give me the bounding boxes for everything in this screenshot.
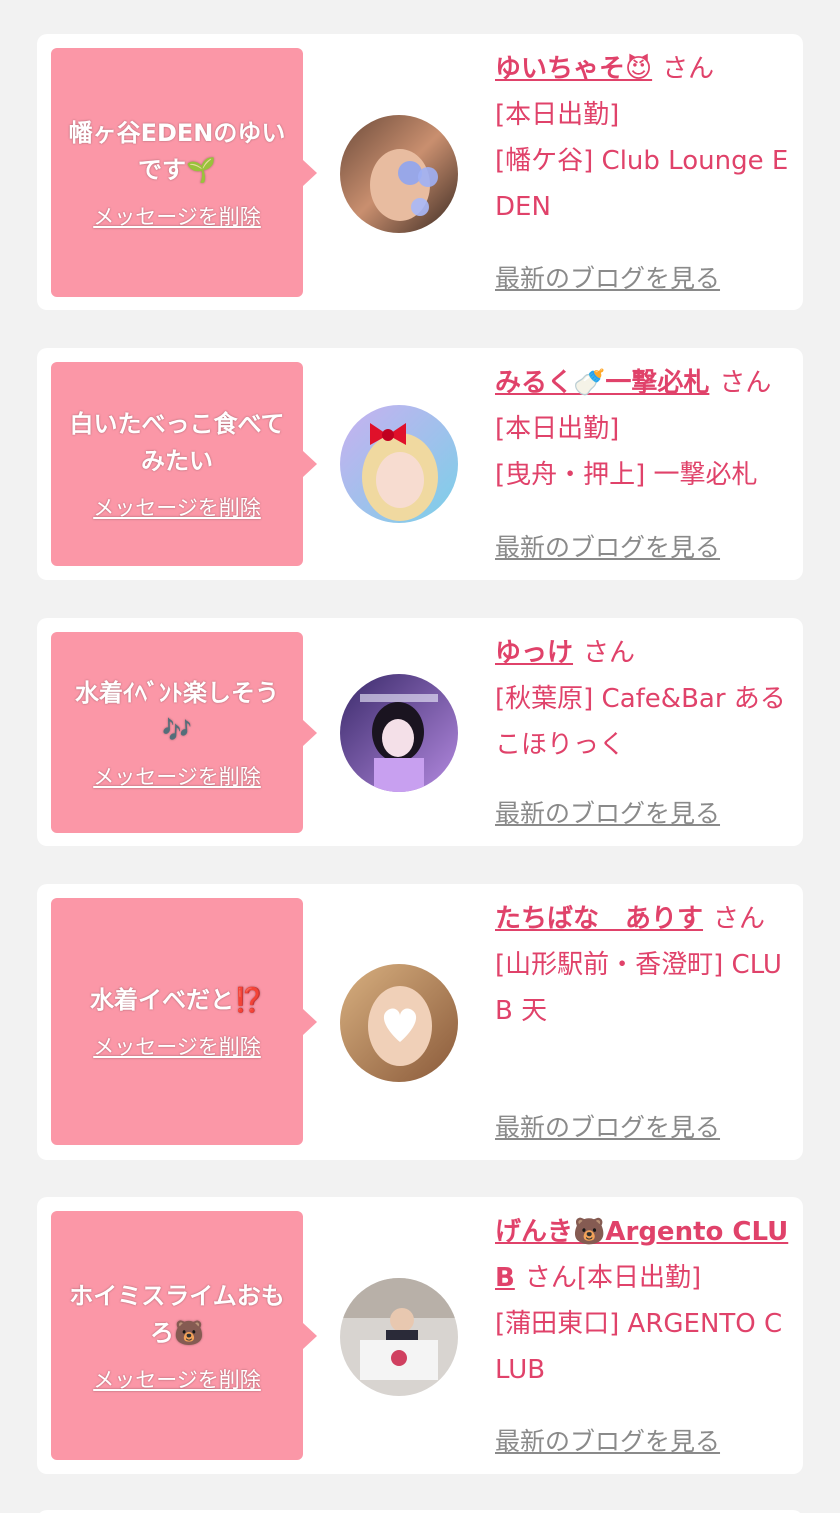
avatar-photo [340,115,458,233]
message-card: 水着ｲﾍﾞﾝﾄ楽しそう🎶 メッセージを削除 ゆっけ さん [秋葉原] Cafe&B… [37,618,803,846]
cast-name-link[interactable]: ゆっけ [495,638,573,668]
avatar-photo [340,964,458,1082]
message-card: 白いたべっこ食べてみたい メッセージを削除 みるく🍼一撃必札 さん [本日出勤] [… [37,348,803,580]
honorific: さん [524,1263,577,1293]
avatar[interactable] [340,115,458,233]
shop-name: [幡ケ谷] Club Lounge EDEN [495,146,789,222]
avatar[interactable] [340,964,458,1082]
message-list: 幡ヶ谷EDENのゆいです🌱 メッセージを削除 ゆいちゃそ😈 さん [本日出勤] [… [0,0,840,1513]
delete-message-link[interactable]: メッセージを削除 [93,492,261,522]
avatar[interactable] [340,405,458,523]
latest-blog-link[interactable]: 最新のブログを見る [495,1422,720,1458]
latest-blog-link[interactable]: 最新のブログを見る [495,1108,720,1144]
honorific: さん [713,904,766,934]
cast-info: みるく🍼一撃必札 さん [本日出勤] [曳舟・押上] 一撃必札 [495,360,791,498]
cast-name-link[interactable]: みるく🍼一撃必札 [495,368,709,398]
delete-message-link[interactable]: メッセージを削除 [93,1364,261,1394]
message-bubble: 水着ｲﾍﾞﾝﾄ楽しそう🎶 メッセージを削除 [51,632,317,833]
cast-info: たちばな ありす さん [山形駅前・香澄町] CLUB 天 [495,896,791,1034]
message-bubble: 水着イベだと⁉️ メッセージを削除 [51,898,317,1145]
message-text: 幡ヶ谷EDENのゆいです🌱 [68,118,286,184]
shop-name: [曳舟・押上] 一撃必札 [495,460,758,490]
cast-info: げんき🐻Argento CLUB さん[本日出勤] [蒲田東口] ARGENTO … [495,1209,791,1393]
message-bubble: 幡ヶ谷EDENのゆいです🌱 メッセージを削除 [51,48,317,297]
delete-message-link[interactable]: メッセージを削除 [93,761,261,791]
shop-name: [秋葉原] Cafe&Bar あるこほりっく [495,684,786,760]
message-card: 水着イベだと⁉️ メッセージを削除 たちばな ありす さん [山形駅前・香澄町] … [37,884,803,1160]
attendance-status: [本日出勤] [495,414,620,444]
latest-blog-link[interactable]: 最新のブログを見る [495,794,720,830]
avatar-photo [340,405,458,523]
latest-blog-link[interactable]: 最新のブログを見る [495,259,720,295]
delete-message-link[interactable]: メッセージを削除 [93,201,261,231]
cast-name-link[interactable]: たちばな ありす [495,904,703,934]
cast-info: ゆっけ さん [秋葉原] Cafe&Bar あるこほりっく [495,630,791,768]
message-card: 幡ヶ谷EDENのゆいです🌱 メッセージを削除 ゆいちゃそ😈 さん [本日出勤] [… [37,34,803,310]
message-bubble: ホイミスライムおもろ🐻 メッセージを削除 [51,1211,317,1460]
latest-blog-link[interactable]: 最新のブログを見る [495,528,720,564]
avatar-photo [340,674,458,792]
message-text: 水着ｲﾍﾞﾝﾄ楽しそう🎶 [75,678,279,744]
message-text: 白いたべっこ食べてみたい [69,410,285,475]
avatar[interactable] [340,1278,458,1396]
cast-name-link[interactable]: ゆいちゃそ😈 [495,54,652,84]
shop-name: [山形駅前・香澄町] CLUB 天 [495,950,782,1026]
message-text: 水着イベだと⁉️ [90,986,264,1014]
attendance-status: [本日出勤] [576,1263,702,1293]
honorific: さん [719,368,772,398]
message-card: ホイミスライムおもろ🐻 メッセージを削除 げんき🐻Argento CLUB さん[… [37,1197,803,1474]
avatar[interactable] [340,674,458,792]
honorific: さん [662,54,715,84]
delete-message-link[interactable]: メッセージを削除 [93,1031,261,1061]
cast-info: ゆいちゃそ😈 さん [本日出勤] [幡ケ谷] Club Lounge EDEN [495,46,791,230]
avatar-photo [340,1278,458,1396]
attendance-status: [本日出勤] [495,100,620,130]
honorific: さん [583,638,636,668]
message-text: ホイミスライムおもろ🐻 [69,1281,285,1347]
message-bubble: 白いたべっこ食べてみたい メッセージを削除 [51,362,317,566]
shop-name: [蒲田東口] ARGENTO CLUB [495,1309,783,1385]
